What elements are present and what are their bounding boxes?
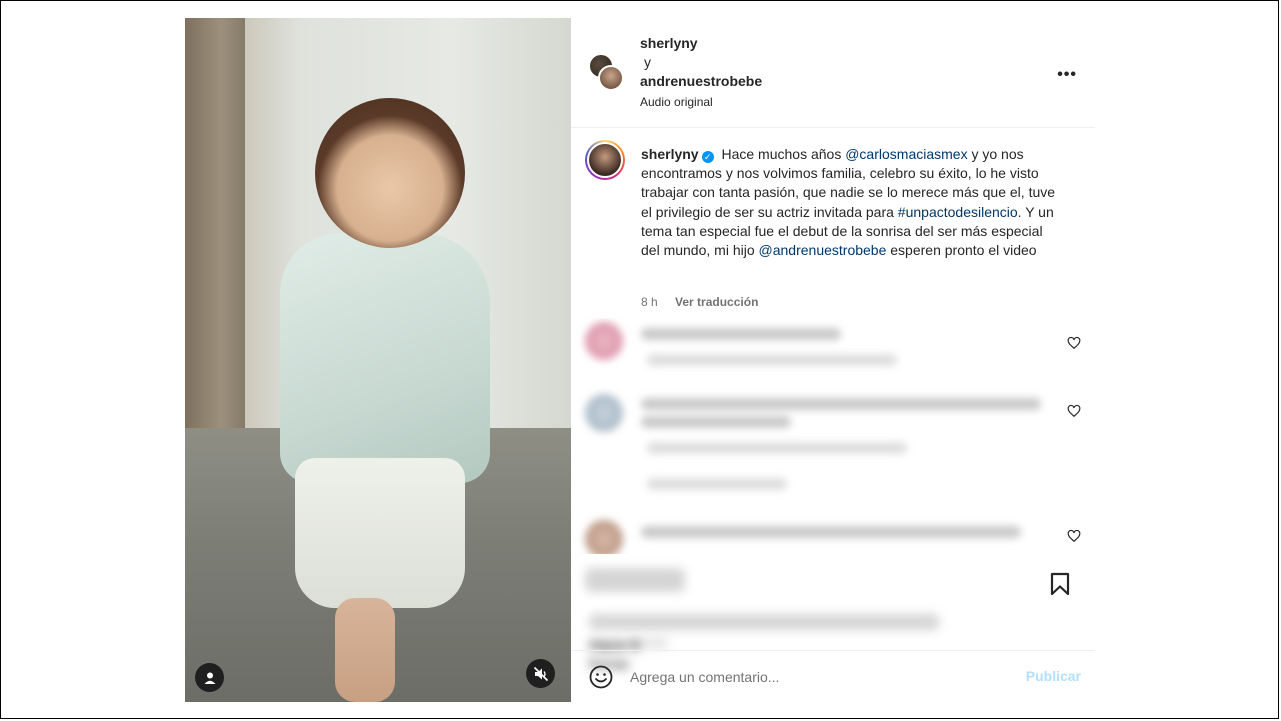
tagged-users-button[interactable] [195, 663, 224, 692]
list-item[interactable] [585, 394, 1055, 494]
mute-icon [533, 666, 548, 681]
post-caption: sherlyny ✓ Hace muchos años @carlosmacias… [571, 128, 1095, 318]
caption-meta: 8 h Ver traducción [641, 295, 772, 309]
blurred-comment-text [641, 526, 1021, 538]
blurred-post-date: Hace 8 horas [589, 638, 669, 673]
post-header: sherlyny y andrenuestrobebe Audio origin… [571, 18, 1095, 128]
mention-link[interactable]: @andrenuestrobebe [759, 242, 887, 258]
avatar [598, 65, 624, 91]
avatar [585, 394, 623, 432]
caption-avatar[interactable] [585, 140, 625, 180]
mention-link[interactable]: @carlosmaciasmex [845, 146, 967, 162]
post-media[interactable] [185, 18, 571, 702]
blurred-action-icons[interactable] [585, 568, 685, 592]
media-child-leg [335, 598, 395, 702]
blurred-comment-text [641, 416, 791, 428]
blurred-likes[interactable] [589, 614, 939, 630]
blurred-comment-text [641, 398, 1041, 410]
list-item[interactable] [585, 322, 1055, 372]
list-item[interactable] [585, 520, 1055, 554]
comments-list [571, 318, 1095, 554]
owners-avatar-stack[interactable] [588, 53, 624, 91]
heart-icon[interactable] [1067, 404, 1081, 418]
blurred-comment-text [641, 328, 841, 340]
media-child-shorts [295, 458, 465, 608]
caption-text-part: Hace muchos años [717, 146, 846, 162]
user-icon [204, 672, 215, 684]
add-comment-bar: Publicar [571, 650, 1095, 703]
emoji-icon[interactable] [589, 665, 613, 689]
publish-button[interactable]: Publicar [1026, 668, 1081, 684]
hashtag-link[interactable]: #unpactodesilencio [898, 204, 1018, 220]
owner-username-2[interactable]: andrenuestrobebe [640, 72, 762, 91]
media-child-shirt [280, 233, 490, 483]
owner-conjunction: y [644, 54, 651, 70]
mute-button[interactable] [526, 659, 555, 688]
avatar [585, 520, 623, 554]
media-child-head [315, 98, 465, 248]
caption-text: sherlyny ✓ Hace muchos años @carlosmacias… [641, 145, 1061, 260]
more-options-icon[interactable]: ••• [1057, 66, 1077, 84]
comment-input[interactable] [630, 665, 990, 689]
avatar [587, 142, 623, 178]
blurred-comment-meta [647, 354, 897, 366]
verified-icon: ✓ [701, 151, 714, 163]
avatar [585, 322, 623, 360]
post-owners: sherlyny y andrenuestrobebe Audio origin… [640, 34, 762, 112]
caption-username[interactable]: sherlyny [641, 146, 699, 162]
caption-text-part: esperen pronto el video [886, 242, 1037, 259]
blurred-comment-meta [647, 442, 907, 454]
bookmark-icon[interactable] [1049, 572, 1071, 596]
audio-label[interactable]: Audio original [640, 93, 762, 112]
translate-link[interactable]: Ver traducción [675, 295, 758, 309]
caption-timestamp[interactable]: 8 h [641, 295, 658, 309]
heart-icon[interactable] [1067, 336, 1081, 350]
heart-icon[interactable] [1067, 529, 1081, 543]
post-side-panel: sherlyny y andrenuestrobebe Audio origin… [571, 18, 1095, 702]
blurred-replies [647, 478, 787, 490]
owner-username-1[interactable]: sherlyny [640, 34, 762, 53]
